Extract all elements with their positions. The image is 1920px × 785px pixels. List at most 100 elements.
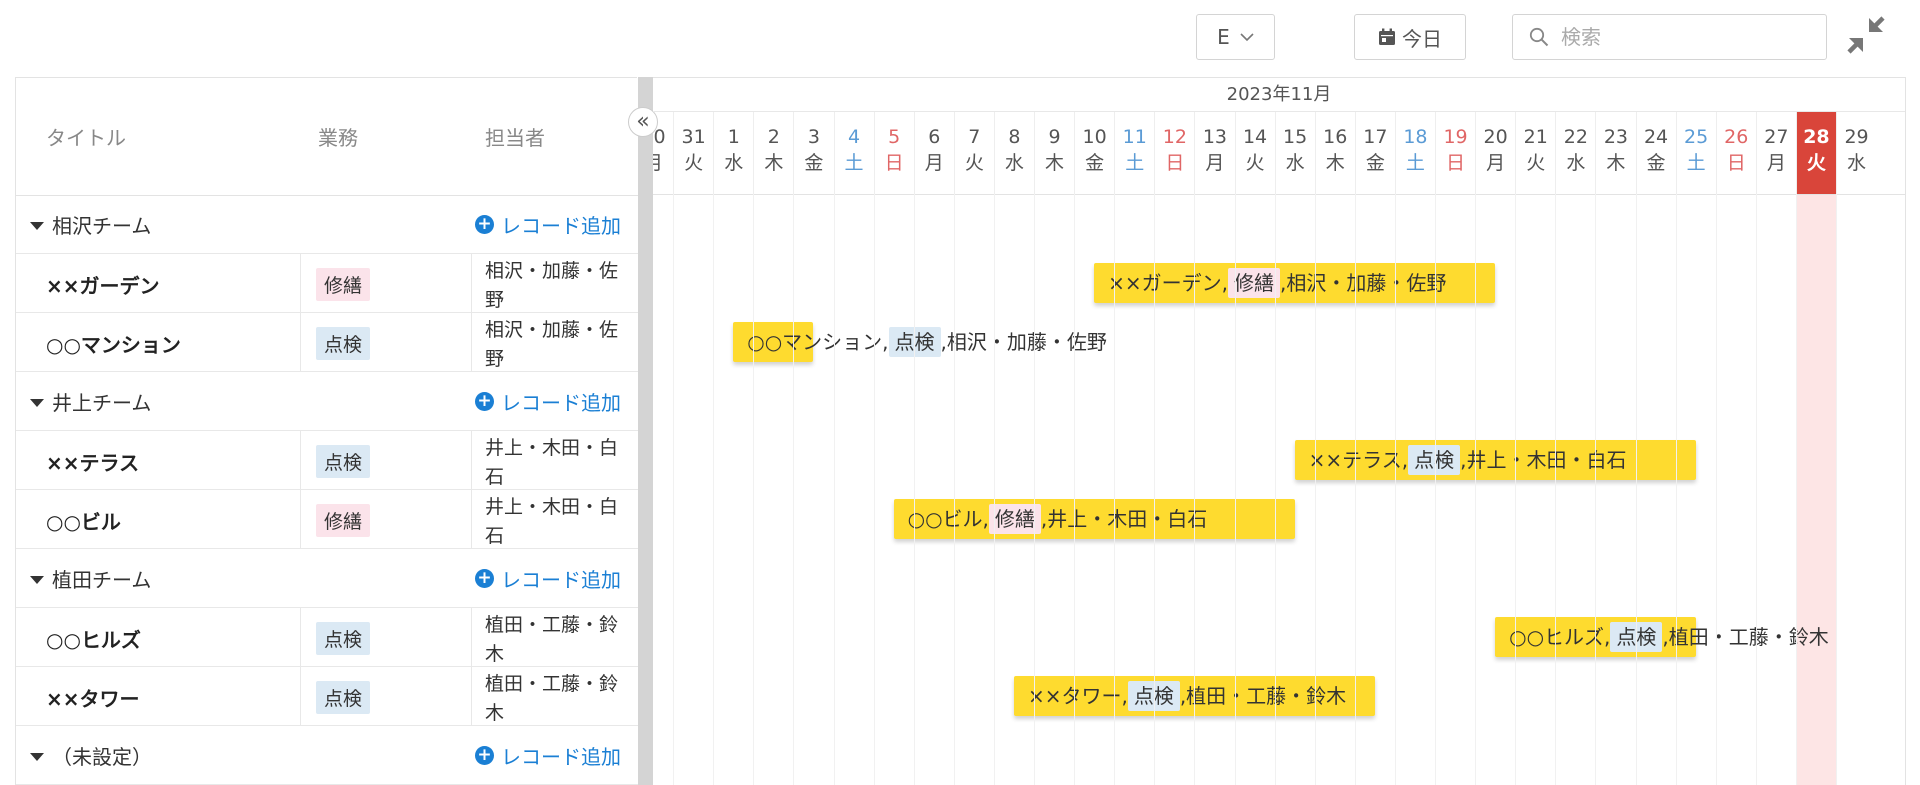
caret-down-icon[interactable] [30, 753, 44, 761]
business-cell: 修繕 [300, 490, 472, 549]
today-button[interactable]: 今日 [1354, 14, 1466, 60]
weekday: 火 [1245, 152, 1265, 174]
grid-line [1555, 194, 1557, 785]
weekday: 土 [1125, 152, 1145, 174]
record-row[interactable]: ○○マンション 点検 相沢・加藤・佐野 [16, 313, 638, 372]
day-number: 14 [1242, 126, 1268, 148]
group-row[interactable]: 植田チーム + レコード追加 [16, 549, 638, 608]
grid-line [1755, 194, 1757, 785]
add-record-button[interactable]: + レコード追加 [475, 564, 621, 593]
search-box[interactable] [1512, 14, 1827, 60]
weekday: 水 [1566, 152, 1586, 174]
day-header: 21 火 [1515, 112, 1555, 194]
gantt-bar-label[interactable]: ○○ヒルズ,点検,植田・工藤・鈴木 [1509, 617, 1829, 657]
day-number: 2 [767, 126, 780, 148]
gantt-bar-label[interactable]: ○○マンション,点検,相沢・加藤・佐野 [747, 322, 1107, 362]
record-title[interactable]: ○○ヒルズ [46, 624, 141, 653]
weekday: 金 [1365, 152, 1385, 174]
column-header-business: 業務 [318, 126, 358, 150]
gantt-bar-label[interactable]: ○○ビル, 修繕 ,井上・木田・白石 [908, 499, 1207, 539]
business-cell: 点検 [300, 608, 472, 667]
record-row[interactable]: ××テラス 点検 井上・木田・白石 [16, 431, 638, 490]
day-number: 12 [1162, 126, 1187, 148]
business-cell: 点検 [300, 431, 472, 490]
weekday: 月 [1205, 152, 1225, 174]
caret-down-icon[interactable] [30, 576, 44, 584]
day-header: 2 木 [753, 112, 793, 194]
day-header: 27 月 [1755, 112, 1796, 194]
day-header: 16 木 [1314, 112, 1355, 194]
weekday: 金 [1085, 152, 1105, 174]
day-header: 25 土 [1675, 112, 1716, 194]
weekday: 火 [1526, 152, 1546, 174]
day-header: 26 日 [1715, 112, 1756, 194]
day-header: 11 土 [1114, 112, 1154, 194]
day-header: 8 水 [993, 112, 1034, 194]
plus-circle-icon: + [475, 569, 494, 588]
group-title[interactable]: 相沢チーム [30, 210, 151, 239]
grid-line [1394, 194, 1396, 785]
day-number: 16 [1323, 126, 1348, 148]
record-row[interactable]: ××ガーデン 修繕 相沢・加藤・佐野 [16, 254, 638, 313]
record-title[interactable]: ××ガーデン [46, 270, 160, 299]
day-header: 1 水 [713, 112, 753, 194]
bar-staff: 井上・木田・白石 [1466, 448, 1627, 472]
grid-line [1154, 194, 1156, 785]
grid-line [673, 194, 675, 785]
record-row[interactable]: ××タワー 点検 植田・工藤・鈴木 [16, 667, 638, 726]
add-record-button[interactable]: + レコード追加 [475, 741, 621, 770]
gantt-bar-label[interactable]: ××テラス,点検,井上・木田・白石 [1309, 440, 1627, 480]
group-name: （未設定） [52, 745, 152, 769]
weekday: 水 [1285, 152, 1305, 174]
record-title[interactable]: ○○マンション [46, 329, 181, 358]
group-row[interactable]: 相沢チーム + レコード追加 [16, 195, 638, 254]
caret-down-icon[interactable] [30, 222, 44, 230]
day-header: 19 日 [1435, 112, 1475, 194]
group-title[interactable]: 植田チーム [30, 564, 151, 593]
day-number: 10 [1082, 126, 1107, 148]
day-number: 19 [1443, 126, 1468, 148]
grid-line [1635, 194, 1637, 785]
group-title[interactable]: （未設定） [30, 741, 152, 770]
collapse-icon[interactable] [1845, 14, 1887, 56]
record-row[interactable]: ○○ヒルズ 点検 植田・工藤・鈴木 [16, 608, 638, 667]
day-header: 15 水 [1274, 112, 1315, 194]
weekday: 水 [1004, 152, 1024, 174]
day-header: 5 日 [873, 112, 914, 194]
day-number: 7 [968, 126, 981, 148]
staff-cell: 井上・木田・白石 [485, 496, 619, 547]
panel-splitter[interactable] [638, 77, 653, 785]
business-tag: 修繕 [316, 268, 371, 301]
weekday: 水 [1847, 152, 1867, 174]
day-header: 17 金 [1354, 112, 1395, 194]
day-header: 22 水 [1555, 112, 1595, 194]
group-row[interactable]: （未設定） + レコード追加 [16, 726, 638, 785]
day-header: 20 月 [1475, 112, 1515, 194]
add-record-button[interactable]: + レコード追加 [475, 210, 621, 239]
grid-line [1515, 194, 1517, 785]
grid-line [873, 194, 875, 785]
weekday: 金 [1646, 152, 1666, 174]
business-cell: 修繕 [300, 254, 472, 313]
record-row[interactable]: ○○ビル 修繕 井上・木田・白石 [16, 490, 638, 549]
weekday: 月 [924, 152, 944, 174]
group-row[interactable]: 井上チーム + レコード追加 [16, 372, 638, 431]
calendar-icon [1379, 28, 1395, 45]
add-record-button[interactable]: + レコード追加 [475, 387, 621, 416]
gantt-bar-label[interactable]: ××タワー,点検,植田・工藤・鈴木 [1028, 676, 1346, 716]
day-number: 6 [928, 126, 941, 148]
record-title[interactable]: ○○ビル [46, 506, 121, 535]
view-select[interactable]: E [1196, 14, 1275, 60]
day-number: 26 [1724, 126, 1749, 148]
caret-down-icon[interactable] [30, 399, 44, 407]
day-header: 28 火 [1795, 112, 1836, 194]
group-title[interactable]: 井上チーム [30, 387, 151, 416]
record-title[interactable]: ××タワー [46, 683, 140, 712]
day-header: 31 火 [673, 112, 713, 194]
bar-title: ○○ヒルズ [1509, 625, 1605, 649]
grid-line [1715, 194, 1717, 785]
search-input[interactable] [1559, 24, 1803, 50]
day-header: 12 日 [1154, 112, 1194, 194]
record-title[interactable]: ××テラス [46, 447, 139, 476]
weekday: 月 [653, 150, 673, 176]
